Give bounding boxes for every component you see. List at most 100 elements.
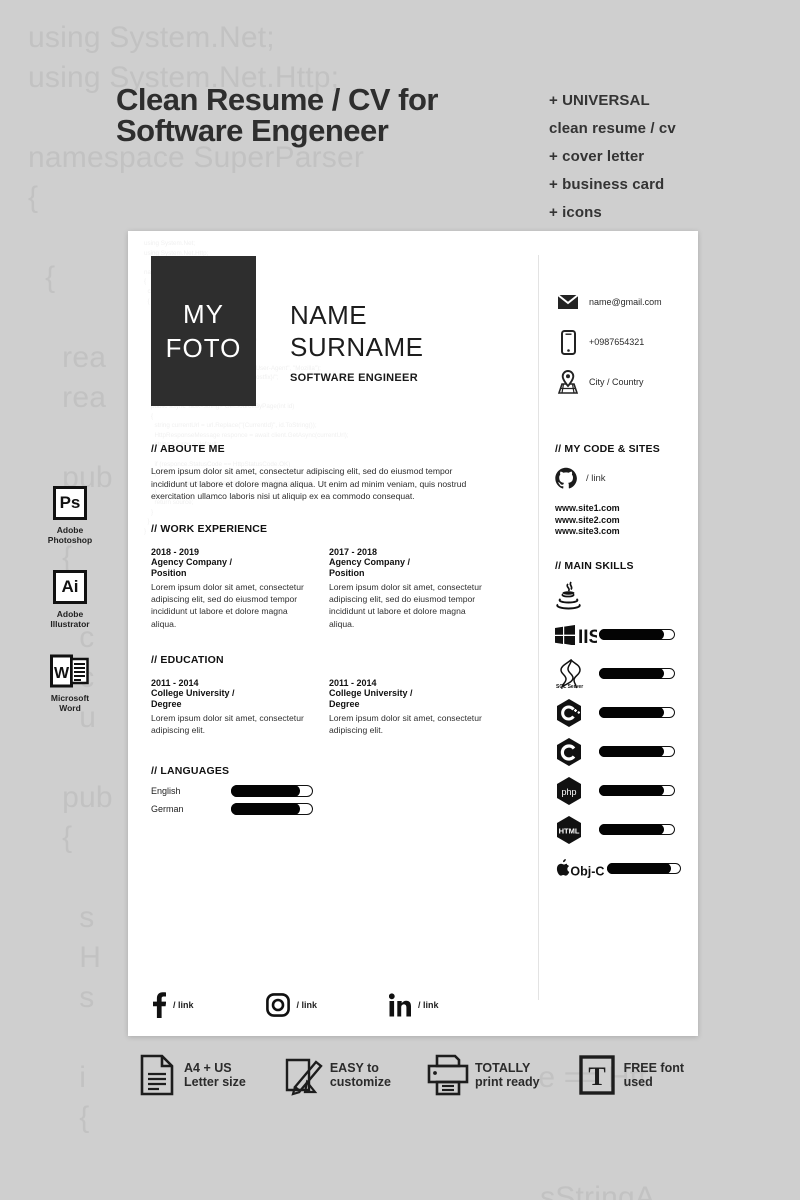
footer-feature-0-line1: A4 + US xyxy=(184,1061,232,1075)
section-heading-about: // ABOUTE ME xyxy=(151,443,225,455)
work-years-1: 2017 - 2018 xyxy=(329,546,378,557)
footer-feature-2-line2: print ready xyxy=(474,1075,540,1089)
software-item-word: W Microsoft Word xyxy=(40,654,100,713)
contact-phone-text: +0987654321 xyxy=(589,337,645,347)
skill-level-bar-cpp xyxy=(599,707,675,718)
photo-line1: MY xyxy=(183,299,224,329)
software-label-1-line1: Adobe xyxy=(56,609,84,619)
document-page-icon xyxy=(136,1053,178,1097)
site-list: www.site1.com www.site2.com www.site3.co… xyxy=(555,503,681,538)
skill-row-objc: Obj-C xyxy=(555,854,681,884)
promo-feature-4: + icons xyxy=(549,204,602,221)
edu-desc-0: Lorem ipsum dolor sit amet, consectetur … xyxy=(151,712,304,736)
github-link-label[interactable]: / link xyxy=(586,473,606,484)
promo-feature-2: + cover letter xyxy=(549,148,645,165)
about-text: Lorem ipsum dolor sit amet, consectetur … xyxy=(151,466,467,502)
photo-placeholder: MY FOTO xyxy=(151,256,256,406)
footer-feature-customize: EASY to customize xyxy=(282,1053,391,1097)
sql-server-icon: SQL Server xyxy=(555,658,599,689)
html-icon: HTML xyxy=(555,815,599,845)
php-label: php xyxy=(561,787,576,797)
photoshop-icon: Ps xyxy=(53,486,87,520)
java-icon xyxy=(555,581,599,611)
resume-side-column: // MY CODE & SITES / link www.site1.com … xyxy=(555,443,681,884)
footer-feature-0-line2: Letter size xyxy=(184,1075,246,1089)
edu-years-1: 2011 - 2014 xyxy=(329,677,377,688)
skill-row-csharp xyxy=(555,737,681,767)
work-items: 2018 - 2019 Agency Company / Position Lo… xyxy=(151,547,491,630)
about-heading-text: ABOUTE ME xyxy=(159,443,225,455)
c-sharp-icon xyxy=(555,737,599,767)
pencil-edit-icon xyxy=(282,1053,324,1097)
illustrator-icon: Ai xyxy=(53,570,87,604)
linkedin-link-label[interactable]: / link xyxy=(418,1000,439,1010)
promo-title-line2: Software Engeneer xyxy=(116,113,389,148)
word-icon: W xyxy=(50,654,90,688)
language-row-1: German xyxy=(151,802,491,815)
facebook-link-label[interactable]: / link xyxy=(173,1000,194,1010)
edu-org-0-line1: College University / xyxy=(151,687,235,698)
font-t-icon: T xyxy=(576,1053,618,1097)
first-name: NAME xyxy=(290,300,368,330)
php-icon: php xyxy=(555,776,599,806)
linkedin-icon xyxy=(389,993,412,1017)
software-compatibility-list: Ps Adobe Photoshop Ai Adobe Illustrator … xyxy=(40,486,100,738)
section-heading-languages: // LANGUAGES xyxy=(151,764,230,777)
work-heading-text: WORK EXPERIENCE xyxy=(160,522,268,535)
contact-location: City / Country xyxy=(555,369,662,395)
social-links: / link / link / link xyxy=(151,992,439,1018)
footer-feature-bar: A4 + US Letter size EASY to customize TO… xyxy=(136,1053,684,1097)
facebook-icon xyxy=(153,992,166,1018)
poster-root: using System.Net; using System.Net.Http;… xyxy=(0,0,800,1200)
social-facebook[interactable]: / link xyxy=(151,992,194,1018)
footer-feature-font: T FREE font used xyxy=(576,1053,684,1097)
contact-email: name@gmail.com xyxy=(555,289,662,315)
mobile-phone-icon xyxy=(555,329,581,355)
promo-title-line1: Clean Resume / CV for xyxy=(116,82,438,117)
promo-feature-0: + UNIVERSAL xyxy=(549,92,650,109)
objc-label: Obj-C xyxy=(570,864,604,878)
footer-feature-1-line2: customize xyxy=(329,1075,391,1089)
languages-heading-text: LANGUAGES xyxy=(160,764,230,777)
social-linkedin[interactable]: / link xyxy=(389,993,439,1017)
education-item-1: 2011 - 2014 College University / Degree … xyxy=(329,678,489,737)
promo-title: Clean Resume / CV for Software Engeneer xyxy=(116,84,536,146)
edu-org-0-line2: Degree xyxy=(151,699,182,710)
work-org-1-line2: Position xyxy=(329,568,365,579)
work-org-0-line1: Agency Company / xyxy=(151,556,233,567)
apple-objc-icon: Obj-C xyxy=(555,858,605,880)
resume-main-column: // ABOUTE ME Lorem ipsum dolor sit amet,… xyxy=(151,443,491,815)
svg-text:T: T xyxy=(588,1062,605,1091)
section-heading-education: // EDUCATION xyxy=(151,653,224,666)
skill-level-bar-html xyxy=(599,824,675,835)
promo-feature-3: + business card xyxy=(549,176,665,193)
footer-feature-1-line1: EASY to xyxy=(329,1061,379,1075)
site-1[interactable]: www.site2.com xyxy=(555,515,681,527)
site-0[interactable]: www.site1.com xyxy=(555,503,681,515)
github-icon[interactable] xyxy=(555,467,577,489)
contact-phone: +0987654321 xyxy=(555,329,662,355)
social-instagram[interactable]: / link xyxy=(265,993,318,1017)
github-row[interactable]: / link xyxy=(555,467,681,489)
name-block: NAME SURNAME SOFTWARE ENGINEER xyxy=(290,299,424,384)
contact-location-text: City / Country xyxy=(589,377,644,387)
work-item-1: 2017 - 2018 Agency Company / Position Lo… xyxy=(329,547,489,630)
map-pin-icon xyxy=(555,369,581,395)
skill-level-bar-sql-server xyxy=(599,668,675,679)
site-2[interactable]: www.site3.com xyxy=(555,526,681,538)
software-label-1-line2: Illustrator xyxy=(50,619,90,629)
section-heading-work: // WORK EXPERIENCE xyxy=(151,522,268,535)
language-row-0: English xyxy=(151,784,491,797)
education-heading-text: EDUCATION xyxy=(160,653,224,666)
skill-row-iis: IIS xyxy=(555,620,681,650)
work-org-0-line2: Position xyxy=(151,568,187,579)
footer-feature-a4: A4 + US Letter size xyxy=(136,1053,246,1097)
svg-text:IIS: IIS xyxy=(578,627,597,645)
photo-line2: FOTO xyxy=(165,333,242,363)
edu-org-1-line1: College University / xyxy=(329,687,413,698)
software-label-0-line1: Adobe xyxy=(56,525,84,535)
skill-row-cpp xyxy=(555,698,681,728)
instagram-link-label[interactable]: / link xyxy=(297,1000,318,1010)
contact-email-text: name@gmail.com xyxy=(589,297,662,307)
skill-level-bar-php xyxy=(599,785,675,796)
